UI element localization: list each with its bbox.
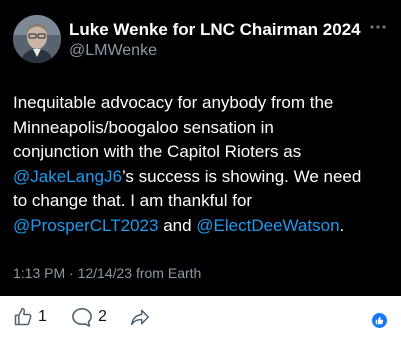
tweet-text: Inequitable advocacy for anybody from th… [13, 91, 393, 238]
reply-button[interactable]: 2 [71, 307, 107, 327]
share-arrow-icon [130, 307, 150, 327]
mention-link[interactable]: @ProsperCLT2023 [13, 216, 158, 235]
tweet-text-line: @ProsperCLT2023 and @ElectDeeWatson. [13, 214, 393, 239]
tweet-text-segment: ’s success is showing. We need [121, 166, 362, 186]
author-display-name[interactable]: Luke Wenke for LNC Chairman 2024 [69, 20, 361, 40]
tweet-text-segment: and [158, 215, 197, 235]
share-button[interactable] [130, 307, 150, 327]
tweet-text-segment: conjunction with the Capitol Rioters as [13, 142, 302, 161]
tweet-text-segment: to change that. I am thankful for [13, 191, 253, 210]
reply-count: 2 [98, 308, 107, 325]
tweet-text-segment: Minneapolis/boogaloo sensation in [13, 117, 274, 137]
tweet-text-line: to change that. I am thankful for [13, 189, 393, 214]
tweet-text-line: conjunction with the Capitol Rioters as [13, 140, 393, 165]
author-handle[interactable]: @LMWenke [69, 42, 157, 60]
tweet-timestamp[interactable]: 1:13 PM · 12/14/23 from Earth [13, 265, 201, 281]
avatar[interactable] [13, 15, 61, 63]
tweet-card: Luke Wenke for LNC Chairman 2024 @LMWenk… [0, 0, 401, 338]
tweet-text-line: Minneapolis/boogaloo sensation in [13, 116, 393, 141]
mention-link[interactable]: @JakeLangJ6 [13, 167, 122, 186]
mention-link[interactable]: @ElectDeeWatson [196, 216, 339, 235]
more-dots-icon[interactable] [368, 20, 388, 32]
tweet-text-line: Inequitable advocacy for anybody from th… [13, 91, 393, 116]
comment-bubble-icon [71, 307, 93, 327]
tweet-text-segment: . [339, 215, 345, 235]
tweet-text-segment: Inequitable advocacy for anybody from th… [13, 93, 334, 112]
like-button[interactable]: 1 [13, 307, 47, 327]
like-count: 1 [38, 308, 47, 325]
like-reaction-badge-icon [372, 313, 387, 328]
tweet-text-line: @JakeLangJ6’s success is showing. We nee… [13, 165, 393, 190]
action-bar: 1 2 [0, 296, 401, 338]
thumbs-up-icon [13, 307, 33, 327]
